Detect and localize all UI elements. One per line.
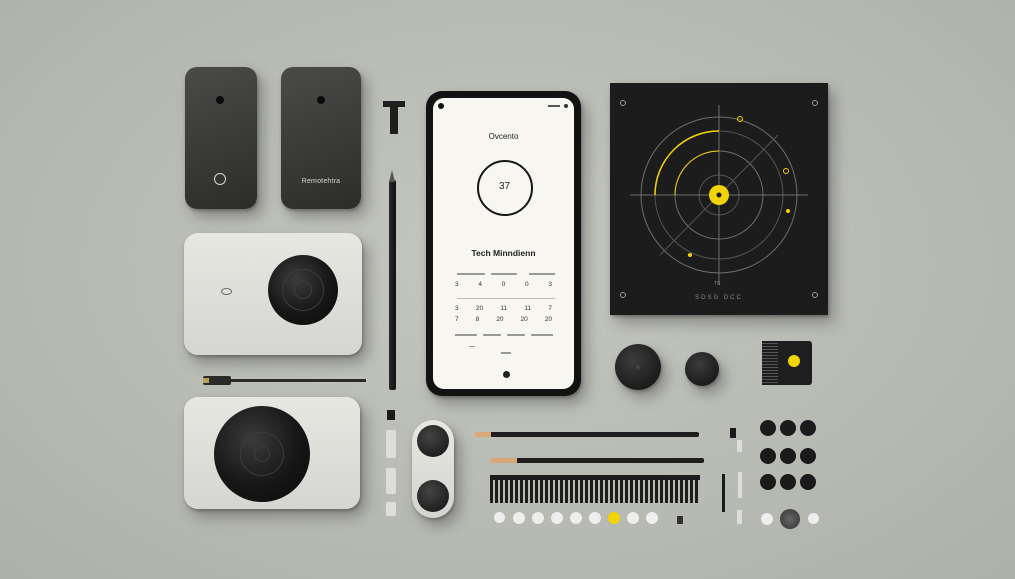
footer-line <box>507 334 525 336</box>
smartphone: Ovcento 37 Tech Minndienn 3 4 0 0 3 3 20… <box>426 91 581 396</box>
calendar-cell[interactable]: 3 <box>455 305 459 312</box>
camera-lens-large <box>214 406 310 502</box>
small-part <box>730 428 736 438</box>
white-bead <box>532 512 544 524</box>
app-title: Ovcento <box>488 132 519 141</box>
stylus-pencil <box>389 180 396 390</box>
knob-bottom[interactable] <box>417 480 449 512</box>
pencil-upper-tip <box>475 432 491 437</box>
status-icon <box>564 104 568 108</box>
button-cluster <box>758 420 828 500</box>
calendar-cell[interactable]: 11 <box>500 305 507 312</box>
board-caption: SDSG DCC <box>695 295 743 301</box>
dark-panel-board: TS SDSG DCC <box>610 83 828 315</box>
calendar-row: 3 20 11 11 7 <box>455 305 552 312</box>
calendar-row: 7 8 20 20 20 <box>455 316 552 323</box>
home-button-icon[interactable] <box>503 371 510 378</box>
white-bead <box>808 513 819 524</box>
small-part <box>737 440 742 452</box>
white-bead <box>761 513 773 525</box>
pencil-upper <box>475 432 699 437</box>
footer-line <box>501 352 511 354</box>
small-part <box>387 410 395 420</box>
divider-line <box>457 298 555 299</box>
remote-left <box>185 67 257 209</box>
calendar-cell[interactable]: 11 <box>524 305 531 312</box>
product-flatlay-scene: Remotehtra Ovcento 37 Tech Minndienn 3 4… <box>0 0 1015 579</box>
white-bead <box>551 512 563 524</box>
footer-line <box>455 334 477 336</box>
clip-stem <box>390 106 398 134</box>
calendar-cell[interactable]: 7 <box>548 305 552 312</box>
usb-cable <box>230 379 366 382</box>
grey-knob <box>780 509 800 529</box>
round-knob[interactable] <box>615 344 661 390</box>
phone-screen: Ovcento 37 Tech Minndienn 3 4 0 0 3 3 20… <box>433 98 574 389</box>
white-bead <box>494 512 505 523</box>
camera-icon <box>438 103 444 109</box>
calendar-row: 3 4 0 0 3 <box>455 281 552 288</box>
dial-ring[interactable]: 37 <box>476 160 533 216</box>
pencil-lower-tip <box>491 458 517 463</box>
small-part <box>738 472 742 498</box>
white-bead <box>589 512 601 524</box>
calendar-cell[interactable]: 8 <box>476 316 480 323</box>
calendar-cell[interactable]: 4 <box>478 281 482 288</box>
yellow-indicator-icon <box>788 355 800 367</box>
footer-line <box>531 334 553 336</box>
dial-value: 37 <box>498 181 511 192</box>
small-part <box>386 430 396 458</box>
header-line <box>491 273 517 275</box>
sensor-dot <box>317 96 325 104</box>
calendar-cell[interactable]: 20 <box>496 316 503 323</box>
board-marker: TS <box>714 281 721 287</box>
white-bead <box>513 512 525 524</box>
clip-device <box>762 341 812 385</box>
white-bead <box>627 512 639 524</box>
pencil-tip <box>389 170 395 182</box>
camera-bottom <box>184 397 360 509</box>
dual-knob-remote <box>412 420 454 518</box>
calendar-cell[interactable]: 3 <box>455 281 459 288</box>
app-subtitle: Tech Minndienn <box>471 248 536 258</box>
calendar-cell[interactable]: 7 <box>455 316 459 323</box>
calendar-cell[interactable]: 0 <box>525 281 529 288</box>
small-part <box>677 516 683 524</box>
camera-top <box>184 233 362 355</box>
footer-line <box>469 346 475 347</box>
calendar-cell[interactable]: 3 <box>548 281 552 288</box>
comb <box>490 475 700 503</box>
small-part <box>737 510 742 524</box>
calendar-cell[interactable]: 20 <box>520 316 527 323</box>
pencil-lower <box>491 458 704 463</box>
camera-lens <box>268 255 338 325</box>
small-part <box>386 468 396 494</box>
small-part <box>722 474 725 512</box>
footer-line <box>483 334 501 336</box>
small-part <box>386 502 396 516</box>
calendar-cell[interactable]: 20 <box>476 305 483 312</box>
usb-plug <box>203 378 209 383</box>
remote-right: Remotehtra <box>281 67 361 209</box>
calendar-cell[interactable]: 0 <box>502 281 506 288</box>
power-button-icon <box>214 173 226 185</box>
white-bead <box>570 512 582 524</box>
yellow-bead <box>608 512 620 524</box>
camera-indicator-icon <box>221 288 232 295</box>
remote-label: Remotehtra <box>301 178 341 185</box>
header-line <box>529 273 555 275</box>
knob-top[interactable] <box>417 425 449 457</box>
calendar-cell[interactable]: 20 <box>545 316 552 323</box>
sensor-dot <box>216 96 224 104</box>
status-bar <box>548 105 560 107</box>
round-puck <box>685 352 719 386</box>
header-line <box>457 273 485 275</box>
white-bead <box>646 512 658 524</box>
